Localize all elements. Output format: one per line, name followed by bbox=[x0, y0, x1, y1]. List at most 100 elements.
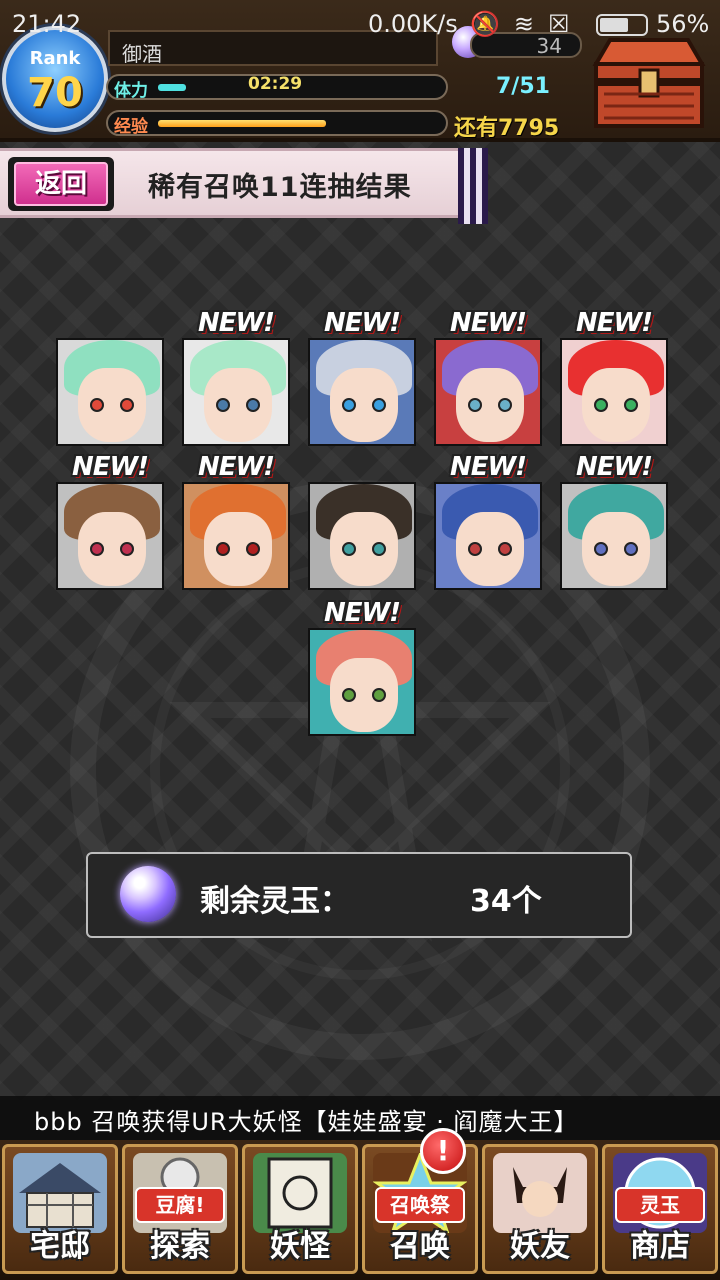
stamina-value: 7/51 bbox=[496, 74, 550, 99]
rank-value: 70 bbox=[27, 70, 83, 116]
new-badge: NEW! bbox=[575, 308, 653, 338]
card-face bbox=[330, 368, 398, 442]
system-status-bar: 21:42 0.00K/s 🔕≋☒ 56% bbox=[0, 0, 720, 48]
card-eye bbox=[216, 542, 230, 556]
card-eye bbox=[246, 542, 260, 556]
remaining-jade-box: 剩余灵玉： 34个 bbox=[86, 852, 632, 938]
card-face bbox=[204, 512, 272, 586]
new-badge: NEW! bbox=[323, 598, 401, 628]
card-eye bbox=[624, 542, 638, 556]
card-eye bbox=[372, 688, 386, 702]
nav-explore-label: 探索 bbox=[150, 1229, 210, 1264]
nav-explore-tag: 豆腐! bbox=[135, 1187, 225, 1223]
summon-card-9[interactable] bbox=[434, 482, 542, 590]
summon-card-8[interactable] bbox=[308, 482, 416, 590]
card-face bbox=[78, 512, 146, 586]
exp-fill bbox=[158, 120, 326, 127]
nav-shop-label: 商店 bbox=[630, 1229, 690, 1264]
card-eye bbox=[246, 398, 260, 412]
nav-yokai-label: 妖怪 bbox=[270, 1229, 330, 1264]
card-face bbox=[78, 368, 146, 442]
summon-card-7[interactable] bbox=[182, 482, 290, 590]
new-badge: NEW! bbox=[449, 452, 527, 482]
remaining-label: 剩余灵玉： bbox=[200, 884, 350, 919]
card-face bbox=[582, 512, 650, 586]
new-badge: NEW! bbox=[197, 452, 275, 482]
summon-alert-badge: ! bbox=[420, 1128, 466, 1174]
stamina-timer: 02:29 bbox=[248, 74, 303, 94]
card-eye bbox=[624, 398, 638, 412]
nav-yokai[interactable]: 妖怪 bbox=[242, 1144, 358, 1274]
card-face bbox=[582, 368, 650, 442]
banner-ornament bbox=[458, 148, 488, 224]
bottom-nav: 宅邸 豆腐! 探索 妖怪 召唤祭 召唤 妖友 灵玉 商店 bbox=[0, 1140, 720, 1280]
summon-card-5[interactable] bbox=[560, 338, 668, 446]
new-badge: NEW! bbox=[71, 452, 149, 482]
new-badge: NEW! bbox=[197, 308, 275, 338]
card-eye bbox=[120, 542, 134, 556]
card-eye bbox=[120, 398, 134, 412]
card-eye bbox=[342, 542, 356, 556]
card-face bbox=[330, 512, 398, 586]
card-eye bbox=[468, 542, 482, 556]
back-button-label: 返回 bbox=[14, 162, 108, 206]
title-banner: 返回 稀有召唤11连抽结果 bbox=[0, 148, 488, 224]
new-badge: NEW! bbox=[323, 308, 401, 338]
card-face bbox=[456, 512, 524, 586]
summon-card-10[interactable] bbox=[560, 482, 668, 590]
announcement-ticker: bbb 召唤获得UR大妖怪【娃娃盛宴 · 阎魔大王】 bbox=[0, 1096, 720, 1140]
card-face bbox=[456, 368, 524, 442]
nav-summon-label: 召唤 bbox=[390, 1229, 450, 1264]
card-eye bbox=[90, 542, 104, 556]
card-eye bbox=[372, 542, 386, 556]
back-button[interactable]: 返回 bbox=[8, 157, 114, 211]
card-face bbox=[204, 368, 272, 442]
card-eye bbox=[372, 398, 386, 412]
exp-bar: 经验 bbox=[106, 110, 448, 137]
card-eye bbox=[216, 398, 230, 412]
card-eye bbox=[342, 398, 356, 412]
stamina-bar: 体力 02:29 bbox=[106, 74, 448, 101]
nav-friends-label: 妖友 bbox=[510, 1229, 570, 1264]
stamina-fill bbox=[158, 84, 186, 91]
summon-card-1[interactable] bbox=[56, 338, 164, 446]
card-eye bbox=[468, 398, 482, 412]
sim-icon: ☒ bbox=[548, 10, 584, 38]
treasure-chest-icon[interactable] bbox=[590, 34, 708, 130]
nav-mansion[interactable]: 宅邸 bbox=[2, 1144, 118, 1274]
wifi-icon: ≋ bbox=[513, 10, 548, 38]
card-eye bbox=[594, 542, 608, 556]
page-title: 稀有召唤11连抽结果 bbox=[148, 172, 412, 203]
card-eye bbox=[90, 398, 104, 412]
rank-label: Rank bbox=[29, 48, 81, 69]
remaining-value: 34个 bbox=[470, 884, 542, 919]
summon-card-2[interactable] bbox=[182, 338, 290, 446]
battery-icon bbox=[596, 14, 648, 36]
ticker-text: bbb 召唤获得UR大妖怪【娃娃盛宴 · 阎魔大王】 bbox=[34, 1108, 579, 1136]
exp-remaining: 还有7795 bbox=[454, 116, 560, 141]
new-badge: NEW! bbox=[449, 308, 527, 338]
nav-summon-tag: 召唤祭 bbox=[375, 1187, 465, 1223]
card-eye bbox=[498, 542, 512, 556]
summon-card-4[interactable] bbox=[434, 338, 542, 446]
summon-card-11[interactable] bbox=[308, 628, 416, 736]
status-battery: 56% bbox=[656, 10, 710, 38]
status-time: 21:42 bbox=[12, 10, 82, 38]
card-eye bbox=[498, 398, 512, 412]
new-badge: NEW! bbox=[575, 452, 653, 482]
nav-shop[interactable]: 灵玉 商店 bbox=[602, 1144, 718, 1274]
mute-icon: 🔕 bbox=[470, 10, 514, 38]
nav-mansion-label: 宅邸 bbox=[30, 1229, 90, 1264]
exp-label: 经验 bbox=[114, 117, 148, 137]
spirit-jade-orb-icon bbox=[120, 866, 176, 922]
stamina-label: 体力 bbox=[114, 81, 148, 101]
summon-card-3[interactable] bbox=[308, 338, 416, 446]
nav-friends[interactable]: 妖友 bbox=[482, 1144, 598, 1274]
status-network-speed: 0.00K/s bbox=[368, 10, 458, 38]
summon-card-6[interactable] bbox=[56, 482, 164, 590]
card-face bbox=[330, 658, 398, 732]
card-eye bbox=[342, 688, 356, 702]
status-icons: 🔕≋☒ bbox=[470, 10, 584, 38]
nav-explore[interactable]: 豆腐! 探索 bbox=[122, 1144, 238, 1274]
card-eye bbox=[594, 398, 608, 412]
